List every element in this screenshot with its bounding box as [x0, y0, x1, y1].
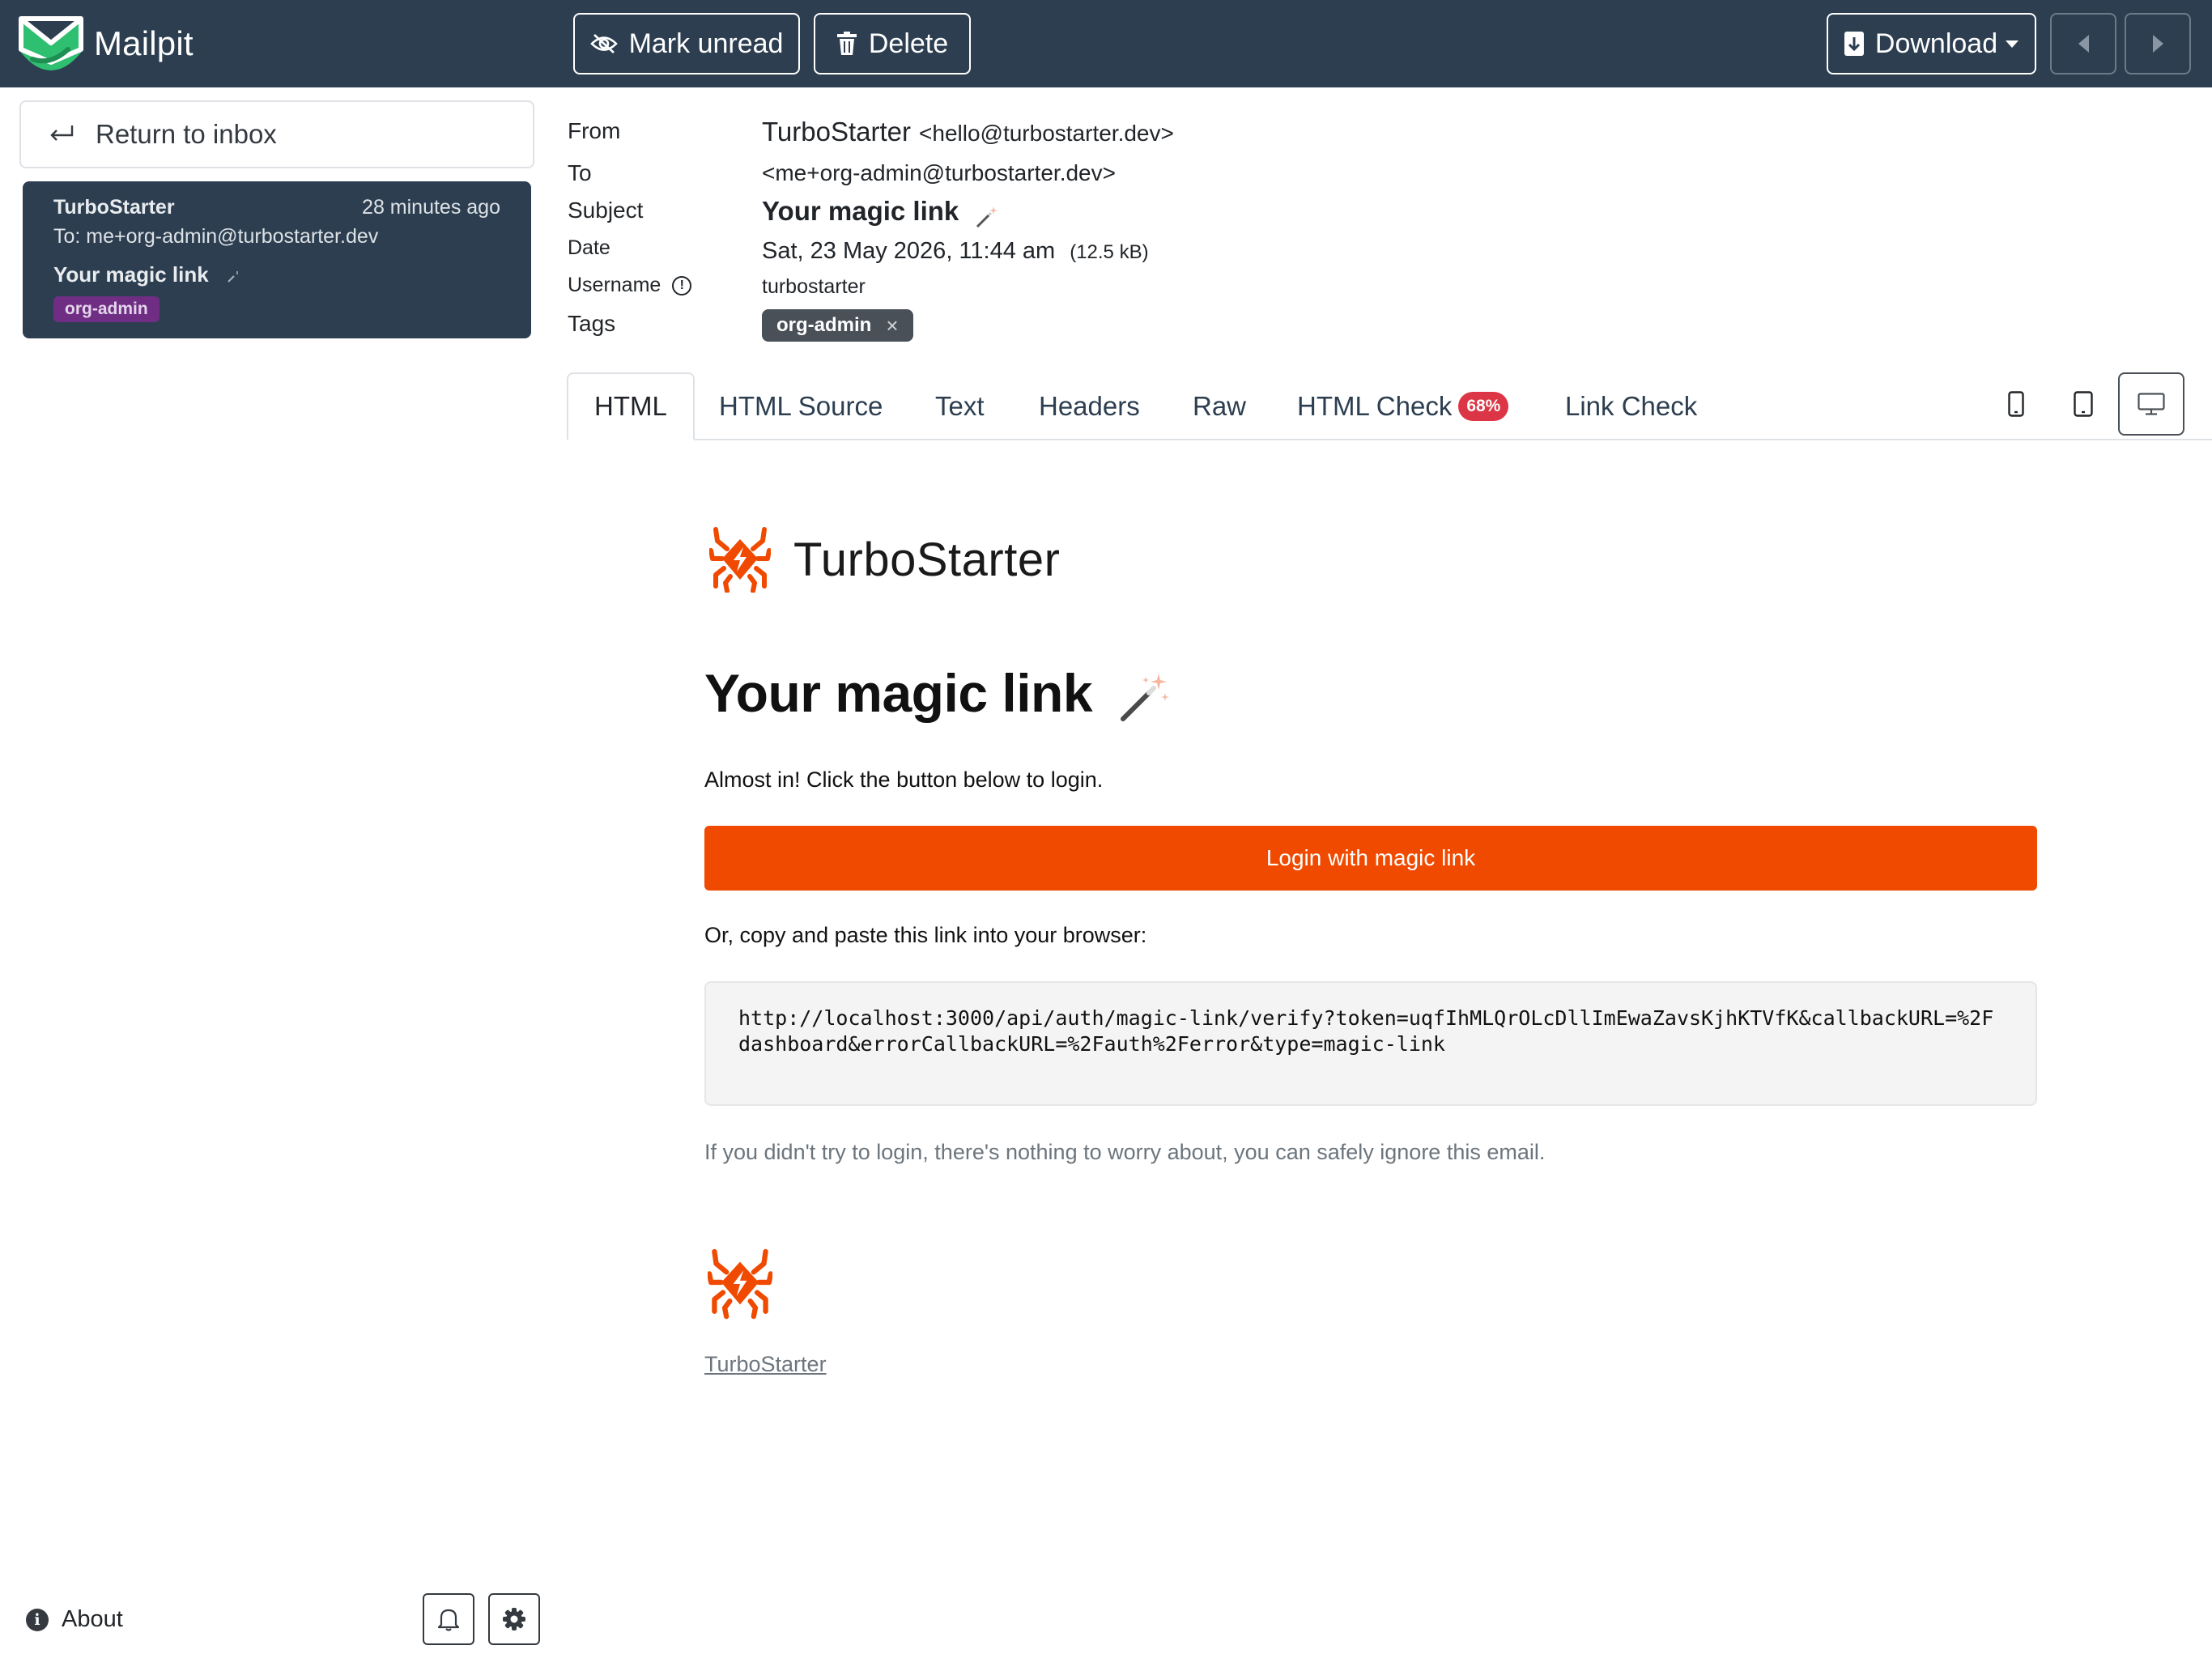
tab-html-check-label: HTML Check [1297, 391, 1453, 421]
tags-label: Tags [568, 311, 616, 336]
email-footer-link[interactable]: TurboStarter [704, 1352, 827, 1377]
email-brand-name: TurboStarter [793, 533, 1061, 586]
top-bar: Mailpit Mark unread Delete Download [0, 0, 2212, 87]
info-icon[interactable]: ! [672, 276, 692, 296]
message-subject: Your magic link [53, 262, 242, 287]
date-value: Sat, 23 May 2026, 11:44 am (12.5 kB) [762, 238, 1149, 265]
download-label: Download [1874, 28, 1998, 59]
email-footer-logo [706, 1247, 774, 1324]
username-value: turbostarter [762, 275, 866, 298]
delete-button[interactable]: Delete [814, 13, 971, 74]
tab-html-check[interactable]: HTML Check 68% [1297, 372, 1509, 440]
tab-headers[interactable]: Headers [1039, 372, 1140, 440]
return-arrow-icon [50, 125, 74, 141]
email-heading: Your magic link [704, 662, 1170, 724]
tab-raw[interactable]: Raw [1193, 372, 1246, 440]
message-from: TurboStarter [53, 196, 175, 219]
download-file-icon [1844, 32, 1864, 56]
caret-right-icon [2152, 35, 2163, 53]
caret-left-icon [2078, 35, 2089, 53]
message-size: (12.5 kB) [1070, 241, 1149, 263]
message-list-item[interactable]: TurboStarter 28 minutes ago To: me+org-a… [23, 181, 531, 338]
desktop-icon [2138, 393, 2165, 415]
caret-down-icon [2006, 40, 2019, 48]
tag-remove-icon[interactable]: × [886, 313, 898, 338]
delete-label: Delete [868, 28, 949, 59]
subject-text: Your magic link [762, 196, 959, 226]
email-brand-header: TurboStarter [709, 526, 1060, 593]
tag-pill[interactable]: org-admin × [762, 309, 913, 342]
subject-label: Subject [568, 198, 644, 223]
from-name: TurboStarter [762, 117, 912, 147]
message-subject-text: Your magic link [53, 262, 209, 287]
about-label: About [62, 1606, 123, 1632]
return-to-inbox-label: Return to inbox [96, 119, 277, 149]
turbostarter-logo-icon [706, 1248, 774, 1320]
message-time: 28 minutes ago [362, 196, 500, 219]
email-heading-text: Your magic link [704, 663, 1093, 723]
previous-message-button[interactable] [2050, 13, 2116, 74]
date-text: Sat, 23 May 2026, 11:44 am [762, 238, 1056, 264]
view-phone-button[interactable] [1983, 372, 2049, 436]
to-value: <me+org-admin@turbostarter.dev> [762, 160, 1116, 185]
tablet-icon [2074, 391, 2093, 417]
from-address: <hello@turbostarter.dev> [919, 121, 1174, 146]
tab-html-source[interactable]: HTML Source [719, 372, 883, 440]
turbostarter-logo-icon [709, 527, 771, 593]
next-message-button[interactable] [2125, 13, 2191, 74]
email-ignore-text: If you didn't try to login, there's noth… [704, 1140, 1546, 1164]
mark-unread-button[interactable]: Mark unread [573, 13, 800, 74]
email-intro-text: Almost in! Click the button below to log… [704, 767, 1104, 792]
mailpit-logo-icon [19, 16, 83, 70]
tab-text[interactable]: Text [935, 372, 985, 440]
username-label: Username [568, 274, 661, 296]
app-name: Mailpit [94, 24, 194, 62]
view-tablet-button[interactable] [2050, 372, 2116, 436]
tab-html[interactable]: HTML [567, 372, 695, 440]
settings-button[interactable] [488, 1593, 540, 1645]
magic-wand-icon [228, 271, 238, 283]
tag-text: org-admin [776, 314, 872, 336]
from-value: TurboStarter <hello@turbostarter.dev> [762, 117, 1174, 147]
magic-link-code: http://localhost:3000/api/auth/magic-lin… [704, 981, 2037, 1106]
notifications-button[interactable] [423, 1593, 474, 1645]
bell-icon [438, 1609, 459, 1631]
return-to-inbox-button[interactable]: Return to inbox [19, 100, 534, 168]
subject-value: Your magic link [762, 196, 998, 229]
to-label: To [568, 160, 592, 185]
html-check-score-badge: 68% [1458, 392, 1509, 421]
brand[interactable]: Mailpit [18, 11, 194, 76]
download-button[interactable]: Download [1827, 13, 2036, 74]
message-to: To: me+org-admin@turbostarter.dev [53, 225, 379, 248]
from-label: From [568, 118, 621, 143]
mark-unread-label: Mark unread [628, 28, 784, 59]
about-link[interactable]: i About [26, 1606, 123, 1633]
magic-wand-icon [1120, 673, 1169, 721]
message-tag[interactable]: org-admin [53, 296, 160, 322]
info-icon: i [26, 1608, 49, 1631]
login-magic-link-button[interactable]: Login with magic link [704, 826, 2037, 891]
view-desktop-button[interactable] [2118, 372, 2184, 436]
date-label: Date [568, 236, 610, 259]
gear-icon [503, 1608, 525, 1630]
trash-icon [836, 32, 857, 55]
magic-wand-icon [976, 206, 998, 227]
username-label-row: Username! [568, 274, 692, 297]
phone-icon [2008, 391, 2024, 417]
tab-link-check[interactable]: Link Check [1565, 372, 1697, 440]
email-copy-hint: Or, copy and paste this link into your b… [704, 923, 1147, 947]
eye-slash-icon [589, 34, 618, 53]
